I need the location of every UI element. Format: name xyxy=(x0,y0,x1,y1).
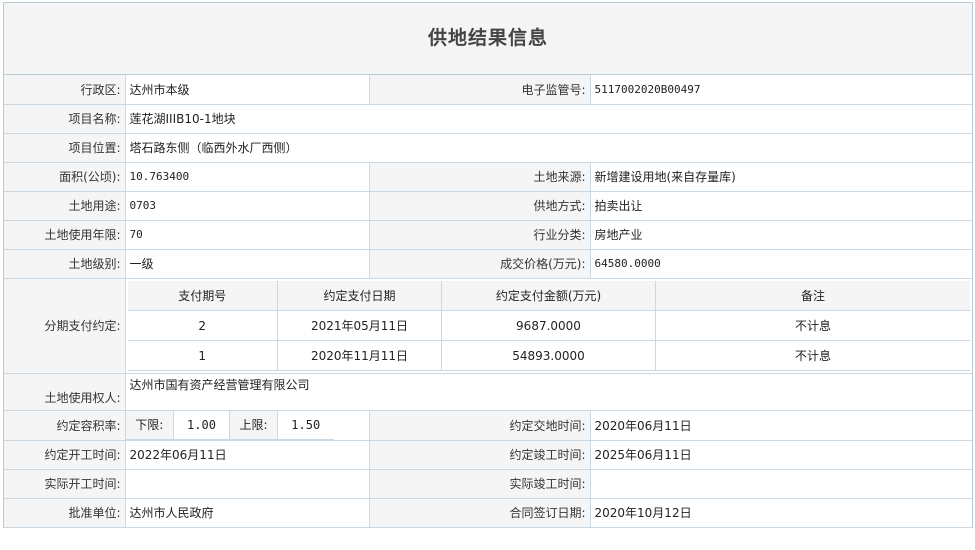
supervision-no-value: 5117002020B00497 xyxy=(589,75,972,105)
supply-method-label: 供地方式: xyxy=(368,190,591,221)
far-lower-value: 1.00 xyxy=(173,411,230,440)
complete-label: 约定竣工时间: xyxy=(368,439,591,470)
far-range-table: 下限: 1.00 上限: 1.50 xyxy=(126,411,334,440)
project-location-value: 塔石路东侧（临西外水厂西侧） xyxy=(124,132,972,163)
project-location-label: 项目位置: xyxy=(4,132,126,163)
land-grade-value: 一级 xyxy=(124,248,370,279)
approver-value: 达州市人民政府 xyxy=(124,497,370,528)
table-row: 实际开工时间: 实际竣工时间: xyxy=(4,468,972,499)
land-source-value: 新增建设用地(来自存量库) xyxy=(589,161,972,192)
far-cell: 下限: 1.00 上限: 1.50 xyxy=(124,410,370,441)
table-row: 分期支付约定: 支付期号 约定支付日期 约定支付金额(万元) 备注 2 2021… xyxy=(4,277,972,374)
use-years-label: 土地使用年限: xyxy=(4,219,126,250)
area-label: 面积(公顷): xyxy=(4,161,126,192)
table-row: 面积(公顷): 10.763400 土地来源: 新增建设用地(来自存量库) xyxy=(4,161,972,192)
installment-period: 1 xyxy=(127,340,278,371)
page-title: 供地结果信息 xyxy=(4,3,972,75)
start-label: 约定开工时间: xyxy=(4,439,126,470)
handover-value: 2020年06月11日 xyxy=(589,410,972,441)
table-row: 土地用途: 0703 供地方式: 拍卖出让 xyxy=(4,190,972,221)
price-value: 64580.0000 xyxy=(589,248,972,279)
installment-row: 2 2021年05月11日 9687.0000 不计息 xyxy=(127,310,970,341)
table-row: 约定开工时间: 2022年06月11日 约定竣工时间: 2025年06月11日 xyxy=(4,439,972,470)
installment-header-period: 支付期号 xyxy=(127,280,278,311)
far-label: 约定容积率: xyxy=(4,410,126,441)
installment-amount: 54893.0000 xyxy=(441,340,656,371)
actual-complete-value xyxy=(589,468,972,499)
table-row: 土地使用年限: 70 行业分类: 房地产业 xyxy=(4,219,972,250)
actual-complete-label: 实际竣工时间: xyxy=(368,468,591,499)
land-use-label: 土地用途: xyxy=(4,190,126,221)
installment-amount: 9687.0000 xyxy=(441,310,656,341)
installment-header-date: 约定支付日期 xyxy=(277,280,442,311)
installment-row: 1 2020年11月11日 54893.0000 不计息 xyxy=(127,340,970,371)
far-upper-label: 上限: xyxy=(229,411,278,440)
table-row: 土地级别: 一级 成交价格(万元): 64580.0000 xyxy=(4,248,972,279)
far-upper-value: 1.50 xyxy=(277,411,334,440)
industry-value: 房地产业 xyxy=(589,219,972,250)
handover-label: 约定交地时间: xyxy=(368,410,591,441)
actual-start-label: 实际开工时间: xyxy=(4,468,126,499)
installment-table: 支付期号 约定支付日期 约定支付金额(万元) 备注 2 2021年05月11日 … xyxy=(127,280,970,371)
installment-header-remark: 备注 xyxy=(655,280,970,311)
contract-date-value: 2020年10月12日 xyxy=(589,497,972,528)
district-label: 行政区: xyxy=(4,75,126,105)
land-use-value: 0703 xyxy=(124,190,370,221)
installment-label: 分期支付约定: xyxy=(4,277,126,374)
info-table: 行政区: 达州市本级 电子监管号: 5117002020B00497 项目名称:… xyxy=(4,75,972,528)
project-name-value: 莲花湖IIIB10-1地块 xyxy=(124,103,972,134)
land-supply-result-panel: 供地结果信息 行政区: 达州市本级 电子监管号: 5117002020B0049… xyxy=(3,2,973,528)
area-value: 10.763400 xyxy=(124,161,370,192)
owner-value: 达州市国有资产经营管理有限公司 xyxy=(124,373,972,411)
project-name-label: 项目名称: xyxy=(4,103,126,134)
supply-method-value: 拍卖出让 xyxy=(589,190,972,221)
complete-value: 2025年06月11日 xyxy=(589,439,972,470)
installment-remark: 不计息 xyxy=(655,310,970,341)
table-row: 项目名称: 莲花湖IIIB10-1地块 xyxy=(4,103,972,134)
table-row: 行政区: 达州市本级 电子监管号: 5117002020B00497 xyxy=(4,75,972,105)
use-years-value: 70 xyxy=(124,219,370,250)
actual-start-value xyxy=(124,468,370,499)
land-source-label: 土地来源: xyxy=(368,161,591,192)
start-value: 2022年06月11日 xyxy=(124,439,370,470)
table-row: 批准单位: 达州市人民政府 合同签订日期: 2020年10月12日 xyxy=(4,497,972,528)
installment-date: 2021年05月11日 xyxy=(277,310,442,341)
industry-label: 行业分类: xyxy=(368,219,591,250)
approver-label: 批准单位: xyxy=(4,497,126,528)
installment-remark: 不计息 xyxy=(655,340,970,371)
installment-period: 2 xyxy=(127,310,278,341)
table-row: 项目位置: 塔石路东侧（临西外水厂西侧） xyxy=(4,132,972,163)
table-row: 土地使用权人: 达州市国有资产经营管理有限公司 xyxy=(4,373,972,411)
installment-cell: 支付期号 约定支付日期 约定支付金额(万元) 备注 2 2021年05月11日 … xyxy=(124,277,972,374)
price-label: 成交价格(万元): xyxy=(368,248,591,279)
land-grade-label: 土地级别: xyxy=(4,248,126,279)
installment-header-row: 支付期号 约定支付日期 约定支付金额(万元) 备注 xyxy=(127,280,970,311)
installment-date: 2020年11月11日 xyxy=(277,340,442,371)
contract-date-label: 合同签订日期: xyxy=(368,497,591,528)
table-row: 约定容积率: 下限: 1.00 上限: 1.50 约定交地时间: 2020年06… xyxy=(4,410,972,441)
owner-label: 土地使用权人: xyxy=(4,373,126,411)
district-value: 达州市本级 xyxy=(124,75,370,105)
supervision-no-label: 电子监管号: xyxy=(368,75,591,105)
far-lower-label: 下限: xyxy=(126,411,174,440)
installment-header-amount: 约定支付金额(万元) xyxy=(441,280,656,311)
